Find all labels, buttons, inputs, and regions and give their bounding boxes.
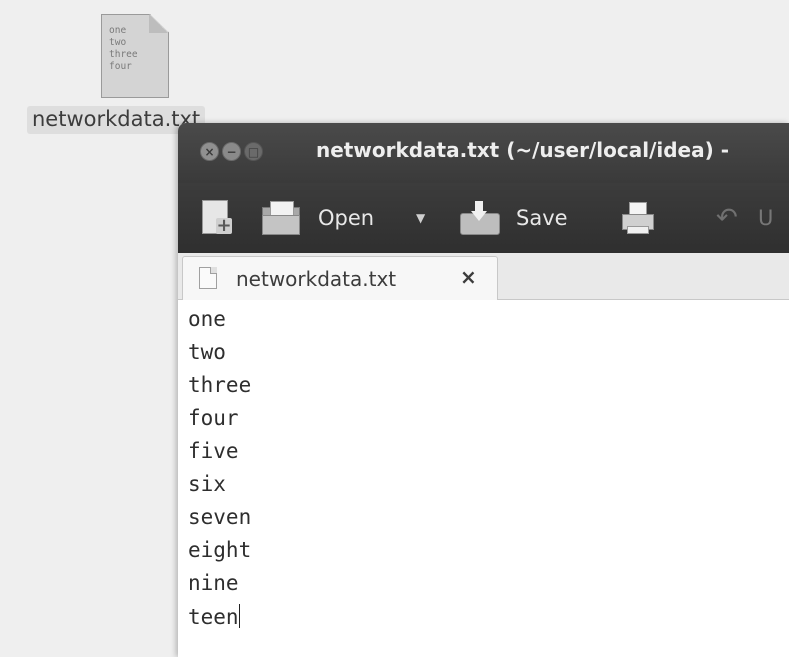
editor-line: five xyxy=(188,439,239,463)
open-folder-icon xyxy=(262,201,300,235)
print-button[interactable] xyxy=(622,183,654,253)
new-document-button[interactable]: + xyxy=(202,183,232,253)
dropdown-arrow-icon: ▼ xyxy=(416,211,426,225)
undo-label: U xyxy=(758,206,774,230)
preview-line: four xyxy=(109,61,132,72)
open-label: Open xyxy=(318,206,375,230)
tab-networkdata[interactable]: networkdata.txt × xyxy=(182,256,498,301)
desktop-file-icon[interactable]: one two three four xyxy=(101,14,169,98)
editor-line: three xyxy=(188,373,252,397)
maximize-icon: □ xyxy=(247,144,260,159)
editor-line: seven xyxy=(188,505,252,529)
file-preview: one two three four xyxy=(109,25,138,73)
editor-line: six xyxy=(188,472,226,496)
close-icon: × xyxy=(204,144,215,159)
title-bar[interactable]: × − □ networkdata.txt (~/user/local/idea… xyxy=(178,123,789,183)
preview-line: three xyxy=(109,49,138,60)
maximize-button[interactable]: □ xyxy=(244,142,263,161)
preview-line: two xyxy=(109,37,127,48)
editor-line-last: teen xyxy=(188,604,240,629)
undo-button[interactable]: ↶ U xyxy=(716,183,773,253)
undo-icon: ↶ xyxy=(716,203,738,233)
open-dropdown-button[interactable]: ▼ xyxy=(416,183,425,253)
desktop: one two three four networkdata.txt × − □… xyxy=(0,0,789,657)
open-button[interactable]: Open xyxy=(262,183,374,253)
minimize-icon: − xyxy=(226,144,237,159)
save-label: Save xyxy=(516,206,568,230)
tab-bar: networkdata.txt × xyxy=(178,253,789,301)
editor-line-text: teen xyxy=(188,605,239,629)
print-icon xyxy=(622,202,654,234)
editor-window: × − □ networkdata.txt (~/user/local/idea… xyxy=(178,123,789,657)
save-button[interactable]: Save xyxy=(460,183,568,253)
save-icon xyxy=(460,201,500,235)
editor-line: one xyxy=(188,307,226,331)
editor-line: four xyxy=(188,406,239,430)
text-caret xyxy=(238,604,240,628)
tab-label: networkdata.txt xyxy=(236,267,397,291)
editor-line: two xyxy=(188,340,226,364)
minimize-button[interactable]: − xyxy=(222,142,241,161)
editor-line: eight xyxy=(188,538,252,562)
text-editor[interactable]: one two three four five six seven eight … xyxy=(178,300,789,657)
page-fold xyxy=(149,14,168,33)
toolbar: + Open ▼ Save ↶ U xyxy=(178,183,789,253)
document-icon xyxy=(199,267,217,289)
tab-close-button[interactable]: × xyxy=(460,265,477,289)
new-document-icon: + xyxy=(202,200,232,236)
window-title: networkdata.txt (~/user/local/idea) - xyxy=(316,138,730,162)
preview-line: one xyxy=(109,25,127,36)
editor-line: nine xyxy=(188,571,239,595)
close-button[interactable]: × xyxy=(200,142,219,161)
